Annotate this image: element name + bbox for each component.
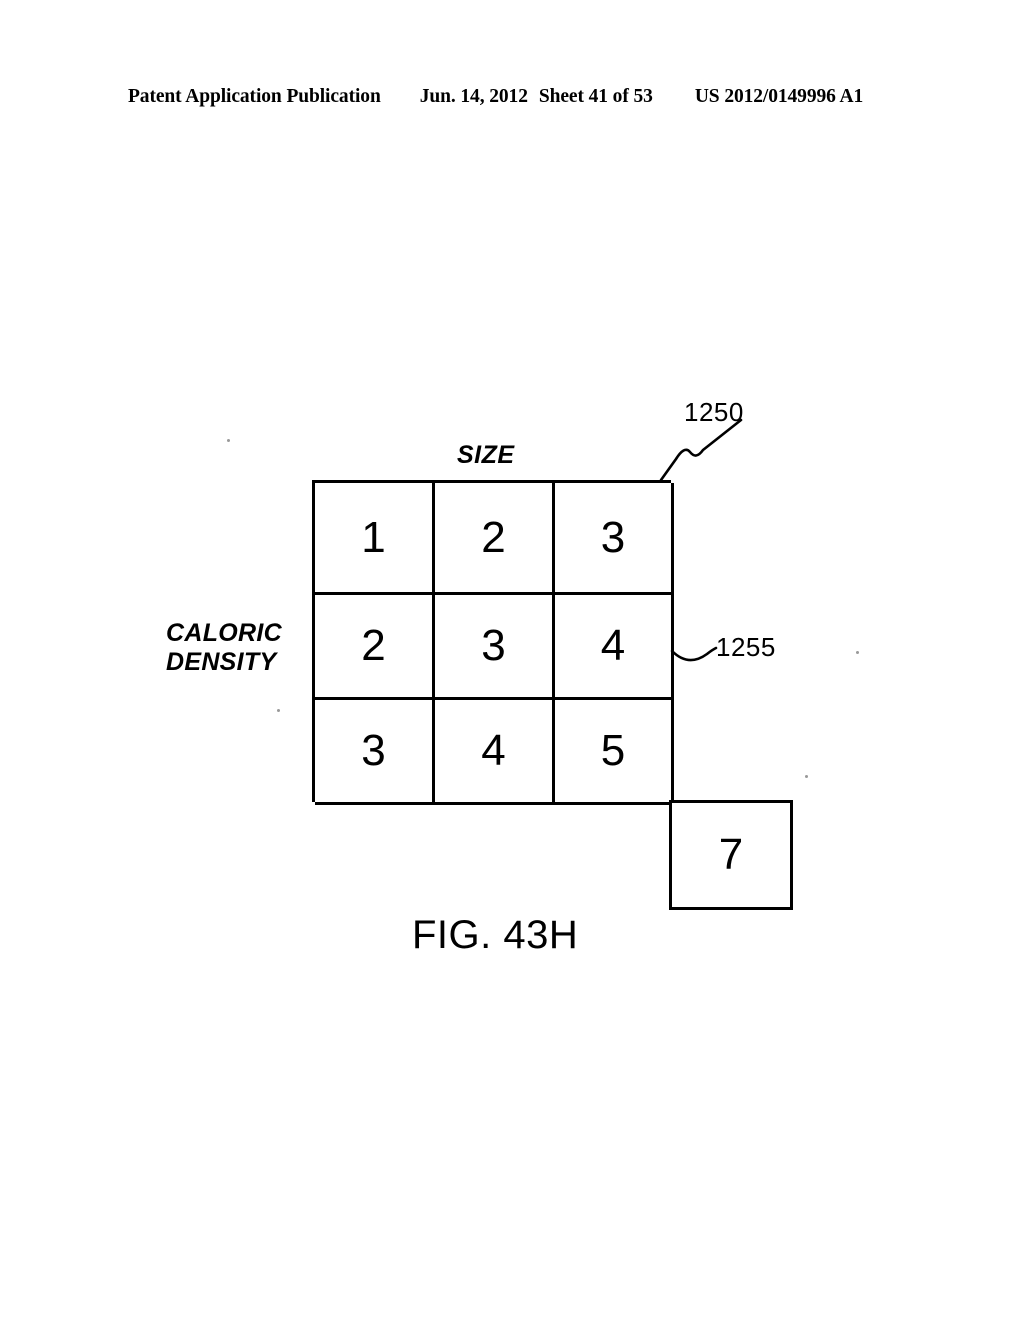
- matrix-cell: 5: [555, 700, 674, 805]
- matrix-cell: 2: [315, 595, 435, 700]
- scan-speck: [856, 651, 859, 654]
- score-matrix: 1 2 3 2 3 4 3 4 5: [312, 480, 674, 805]
- reference-numeral-1255: 1255: [716, 632, 776, 662]
- detached-score-cell: 7: [669, 800, 793, 910]
- reference-numeral-1250: 1250: [684, 397, 744, 427]
- figure-caption: FIG. 43H: [412, 913, 579, 957]
- matrix-cell: 4: [555, 595, 674, 700]
- scan-speck: [805, 775, 808, 778]
- patent-figure: SIZE CALORIC DENSITY 1 2 3 2 3 4 3 4 5 7…: [0, 0, 1024, 1320]
- y-axis-label: CALORIC DENSITY: [166, 619, 282, 677]
- matrix-cell: 3: [315, 700, 435, 805]
- matrix-cell: 3: [555, 483, 674, 595]
- matrix-cell: 1: [315, 483, 435, 595]
- y-axis-label-line1: CALORIC: [166, 619, 282, 647]
- x-axis-label: SIZE: [457, 441, 515, 469]
- matrix-cell: 2: [435, 483, 555, 595]
- scan-speck: [227, 439, 230, 442]
- scan-speck: [277, 709, 280, 712]
- y-axis-label-line2: DENSITY: [166, 648, 277, 676]
- matrix-cell: 3: [435, 595, 555, 700]
- matrix-cell: 4: [435, 700, 555, 805]
